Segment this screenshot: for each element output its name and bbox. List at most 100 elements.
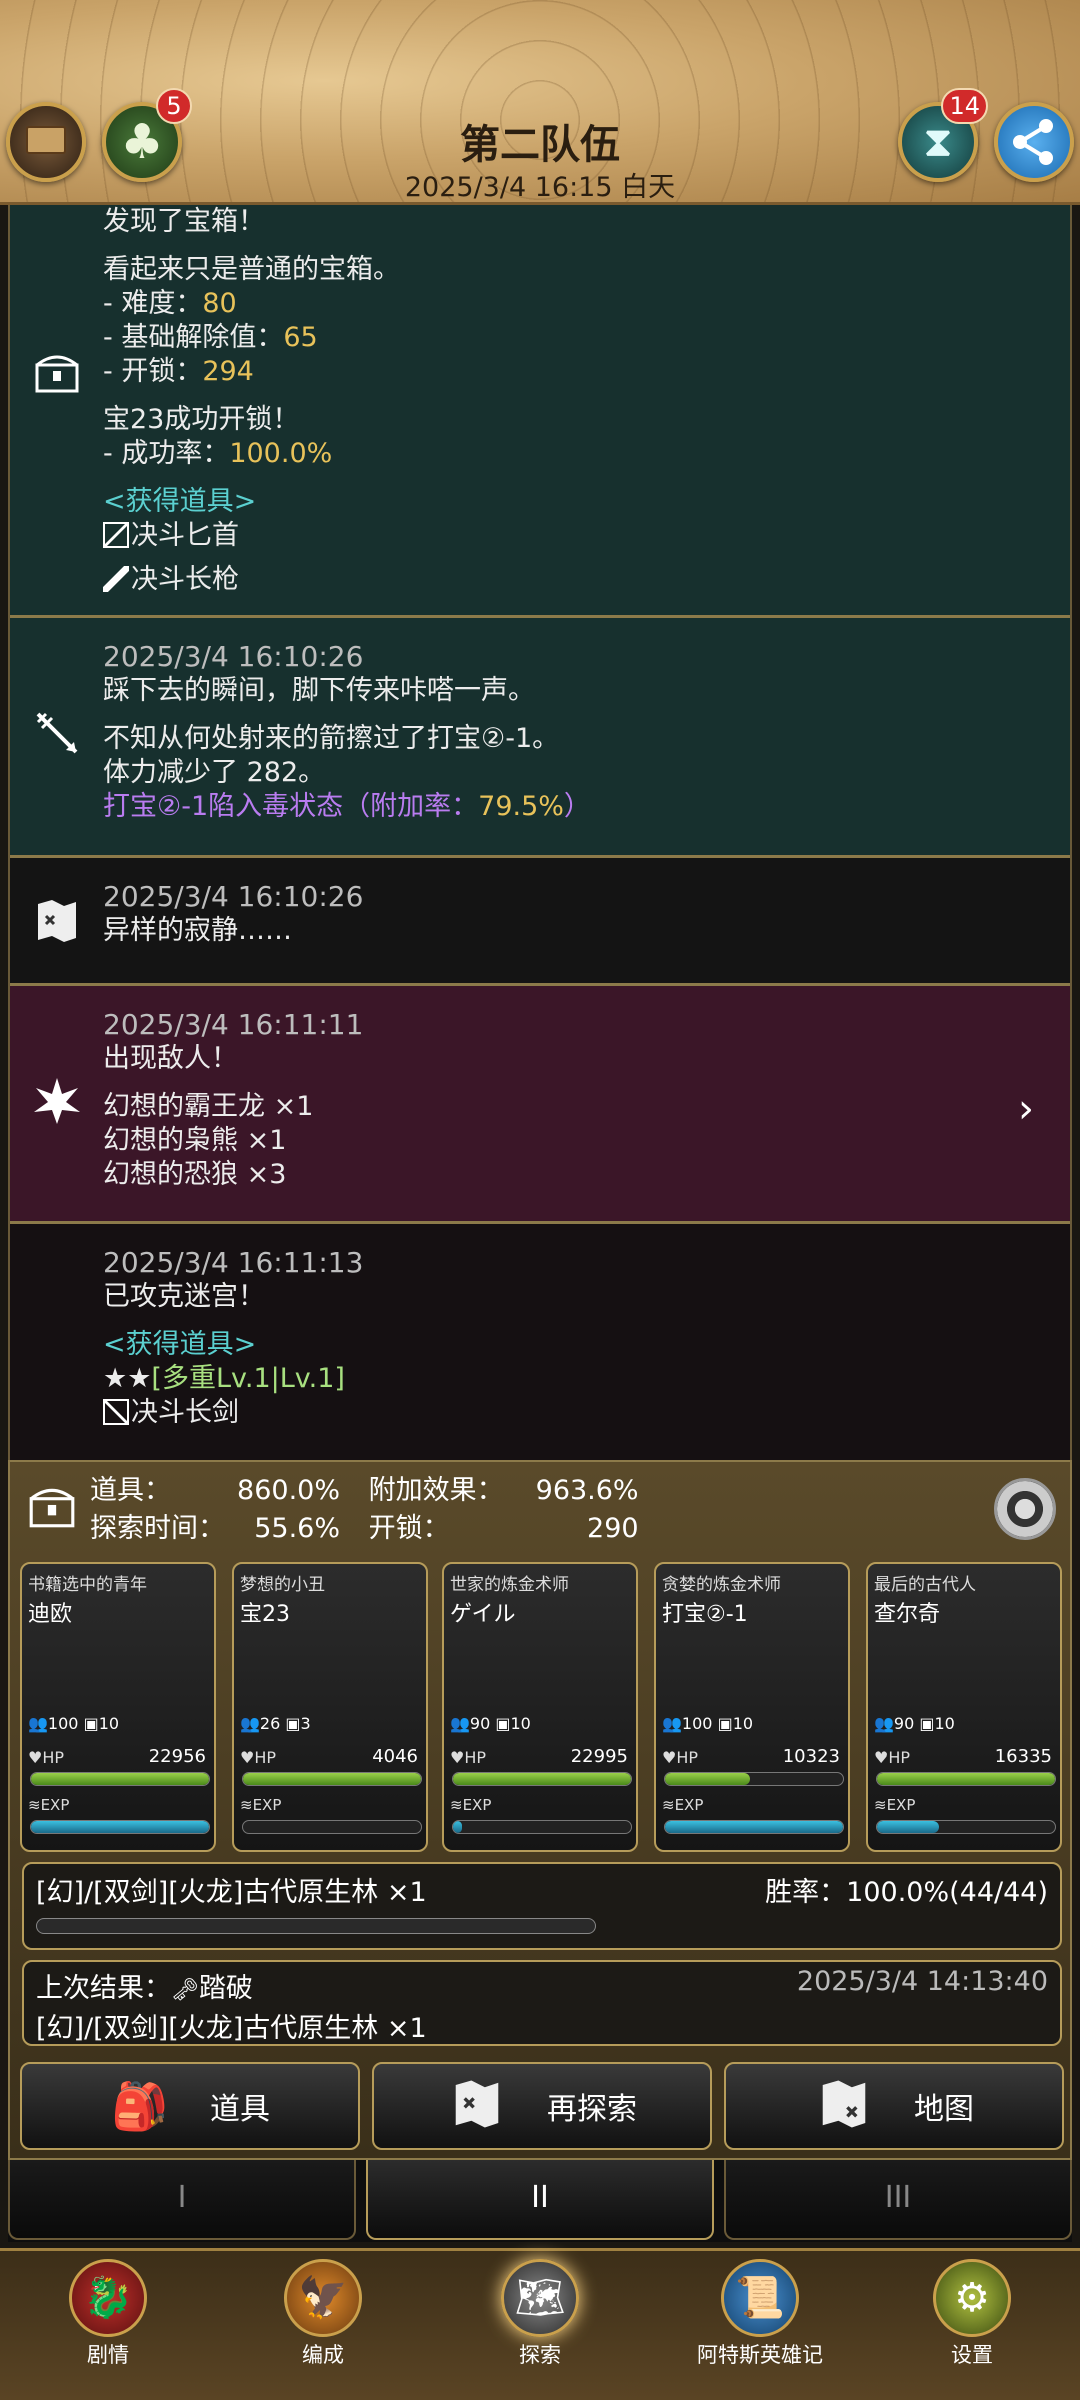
last-result-value: 踏破 — [198, 1973, 253, 2004]
hp-label: ♥HP — [874, 1748, 910, 1767]
exp-text: EXP — [40, 1796, 70, 1814]
nav-label: 编成 — [302, 2343, 344, 2367]
hp-bar-fill — [877, 1773, 1055, 1785]
hp-bar — [876, 1772, 1056, 1786]
log-line: - 开锁：294 — [103, 355, 1030, 389]
nav-settings[interactable]: ⚙ 设置 — [897, 2259, 1047, 2369]
member-stat-2: 3 — [300, 1714, 311, 1733]
dungeon-name: [幻]/[双剑][火龙]古代原生林 ×1 — [36, 1877, 427, 1908]
member-name: 宝23 — [240, 1602, 290, 1627]
member-stat-1: 90 — [469, 1714, 491, 1733]
nav-formation[interactable]: 🦅 编成 — [248, 2259, 398, 2369]
unlock-bonus-value: 290 — [587, 1513, 639, 1544]
member-title: 贪婪的炼金术师 — [662, 1575, 781, 1595]
tab-party-1[interactable]: I — [8, 2160, 356, 2240]
nav-label: 剧情 — [87, 2343, 129, 2367]
hp-bar-fill — [31, 1773, 209, 1785]
exp-text: EXP — [674, 1796, 704, 1814]
exp-bar — [664, 1820, 844, 1834]
tab-party-2[interactable]: II — [366, 2160, 714, 2240]
member-stat-2: 10 — [732, 1714, 754, 1733]
party-icon: 👥 — [240, 1714, 260, 1733]
unlock-bonus-label: 开锁： — [368, 1513, 450, 1544]
map-button[interactable]: 地图 — [724, 2062, 1064, 2150]
hp-value: 10323 — [782, 1746, 840, 1767]
exp-bar-fill — [877, 1821, 940, 1833]
member-card[interactable]: 梦想的小丑 宝23 👥26 ▣3 ♥HP 4046 ≋EXP — [232, 1562, 428, 1852]
member-stats: 👥26 ▣3 — [240, 1714, 311, 1733]
member-card[interactable]: 书籍选中的青年 迪欧 👥100 ▣10 ♥HP 22956 ≋EXP — [20, 1562, 216, 1852]
battle-log[interactable]: 发现了宝箱！ 看起来只是普通的宝箱。 - 难度：80 - 基础解除值：65 - … — [8, 205, 1072, 1460]
base-unlock-label: - 基础解除值： — [103, 322, 284, 353]
nav-label: 设置 — [951, 2343, 993, 2367]
nav-label: 探索 — [519, 2343, 561, 2367]
exp-label: ≋EXP — [662, 1796, 703, 1814]
item-row[interactable]: 决斗长剑 — [103, 1396, 1030, 1430]
dungeon-box[interactable]: [幻]/[双剑][火龙]古代原生林 ×1 胜率：100.0%(44/44) — [22, 1862, 1062, 1950]
item-row[interactable]: 决斗长枪 — [103, 563, 1030, 597]
items-button-label: 道具 — [210, 2092, 270, 2127]
skill-icon: ▣ — [717, 1714, 733, 1733]
items-button[interactable]: 🎒 道具 — [20, 2062, 360, 2150]
share-button[interactable] — [994, 102, 1074, 182]
member-card[interactable]: 世家的炼金术师 ゲイル 👥90 ▣10 ♥HP 22995 ≋EXP — [442, 1562, 638, 1852]
skill-icon: ▣ — [285, 1714, 301, 1733]
map-scroll-icon — [447, 2076, 507, 2136]
last-dungeon-name: [幻]/[双剑][火龙]古代原生林 ×1 — [36, 2013, 427, 2044]
hourglass-button[interactable]: ⧗ 14 — [898, 88, 988, 182]
member-card[interactable]: 最后的古代人 查尔奇 👥90 ▣10 ♥HP 16335 ≋EXP — [866, 1562, 1062, 1852]
exp-text: EXP — [886, 1796, 916, 1814]
nav-story[interactable]: 🐉 剧情 — [33, 2259, 183, 2369]
item-row[interactable]: ★★[多重Lv.1|Lv.1] — [103, 1362, 1030, 1396]
re-explore-button[interactable]: 再探索 — [372, 2062, 712, 2150]
nav-heroes[interactable]: 📜 阿特斯英雄记 — [680, 2259, 840, 2369]
hp-bar — [242, 1772, 422, 1786]
item-bonus-value: 860.0% — [237, 1475, 340, 1506]
log-line: - 成功率：100.0% — [103, 437, 1030, 471]
log-timestamp: 2025/3/4 16:11:13 — [103, 1246, 364, 1279]
item-name: 决斗长剑 — [131, 1397, 239, 1428]
member-stat-2: 10 — [934, 1714, 955, 1733]
poison-text-end: ） — [563, 791, 591, 822]
key-icon: 🗝 — [171, 1978, 199, 2003]
exp-bar — [30, 1820, 210, 1834]
settings-gear-icon[interactable] — [994, 1478, 1056, 1540]
hp-text: HP — [676, 1748, 699, 1767]
success-rate-label: - 成功率： — [103, 438, 230, 469]
hp-value: 22956 — [148, 1746, 206, 1767]
wifi-icon: ≋ — [450, 1796, 463, 1814]
hp-bar — [30, 1772, 210, 1786]
hp-bar-fill — [243, 1773, 421, 1785]
hp-text: HP — [42, 1748, 65, 1767]
log-entry-enemy[interactable]: 2025/3/4 16:11:11 出现敌人！ 幻想的霸王龙 ×1 幻想的枭熊 … — [10, 986, 1070, 1224]
phoenix-icon: 🦅 — [284, 2259, 362, 2337]
log-entry-clear: 2025/3/4 16:11:13 已攻克迷宫！ <获得道具> ★★[多重Lv.… — [10, 1224, 1070, 1460]
member-card[interactable]: 贪婪的炼金术师 打宝②-1 👥100 ▣10 ♥HP 10323 ≋EXP — [654, 1562, 850, 1852]
log-line: 踩下去的瞬间，脚下传来咔嗒一声。 — [103, 675, 535, 706]
dragon-icon: 🐉 — [69, 2259, 147, 2337]
party-icon: 👥 — [28, 1714, 48, 1733]
member-name: 查尔奇 — [874, 1602, 941, 1627]
nav-explore[interactable]: 🗺 探索 — [465, 2259, 615, 2369]
hp-value: 22995 — [570, 1746, 628, 1767]
exp-label: ≋EXP — [28, 1796, 69, 1814]
hp-label: ♥HP — [662, 1748, 698, 1767]
enemy-row: 幻想的霸王龙 ×1 — [103, 1091, 314, 1122]
difficulty-value: 80 — [202, 288, 237, 319]
party-stats: 道具： 860.0% 附加效果： 963.6% 探索时间： 55.6% 开锁： 290 — [90, 1472, 639, 1548]
skill-icon: ▣ — [83, 1714, 99, 1733]
exp-bar — [242, 1820, 422, 1834]
party-tabs: I II III — [8, 2160, 1072, 2242]
log-line: 异样的寂静…… — [103, 915, 292, 946]
hp-bar-fill — [453, 1773, 631, 1785]
last-result-label: 上次结果： — [36, 1973, 171, 2004]
dungeon-progress-bar — [36, 1918, 596, 1934]
last-result-time: 2025/3/4 14:13:40 — [796, 1966, 1048, 1997]
items-header: <获得道具> — [103, 486, 257, 517]
chevron-right-icon[interactable]: › — [1018, 1086, 1034, 1132]
item-row[interactable]: 决斗匕首 — [103, 519, 1030, 553]
star-rating: ★★ — [103, 1363, 152, 1394]
heart-icon: ♥ — [450, 1748, 465, 1767]
member-stats: 👥100 ▣10 — [662, 1714, 753, 1733]
tab-party-3[interactable]: III — [724, 2160, 1072, 2240]
